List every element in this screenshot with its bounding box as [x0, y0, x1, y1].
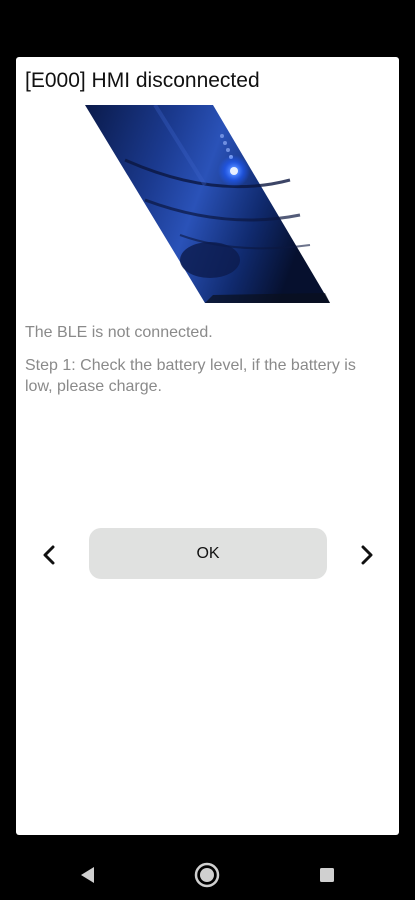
chevron-left-icon [43, 545, 55, 565]
back-triangle-icon [81, 867, 94, 883]
device-photo [85, 105, 330, 303]
step-instruction: Step 1: Check the battery level, if the … [25, 357, 356, 395]
system-back-button[interactable] [73, 860, 103, 890]
recents-square-icon [320, 868, 334, 882]
ok-button[interactable]: OK [89, 528, 327, 579]
dialog-title: [E000] HMI disconnected [25, 69, 260, 92]
screen: [E000] HMI disconnected The BLE is not c… [0, 0, 415, 900]
error-dialog: [E000] HMI disconnected The BLE is not c… [16, 57, 399, 835]
ble-status-message: The BLE is not connected. [25, 324, 213, 341]
system-home-button[interactable] [192, 860, 222, 890]
chevron-right-icon [361, 545, 373, 565]
next-step-button[interactable] [352, 540, 382, 570]
previous-step-button[interactable] [34, 540, 64, 570]
system-recents-button[interactable] [312, 860, 342, 890]
battery-device-image [85, 105, 330, 303]
home-circle-icon [194, 862, 220, 888]
system-navigation-bar [0, 845, 415, 900]
